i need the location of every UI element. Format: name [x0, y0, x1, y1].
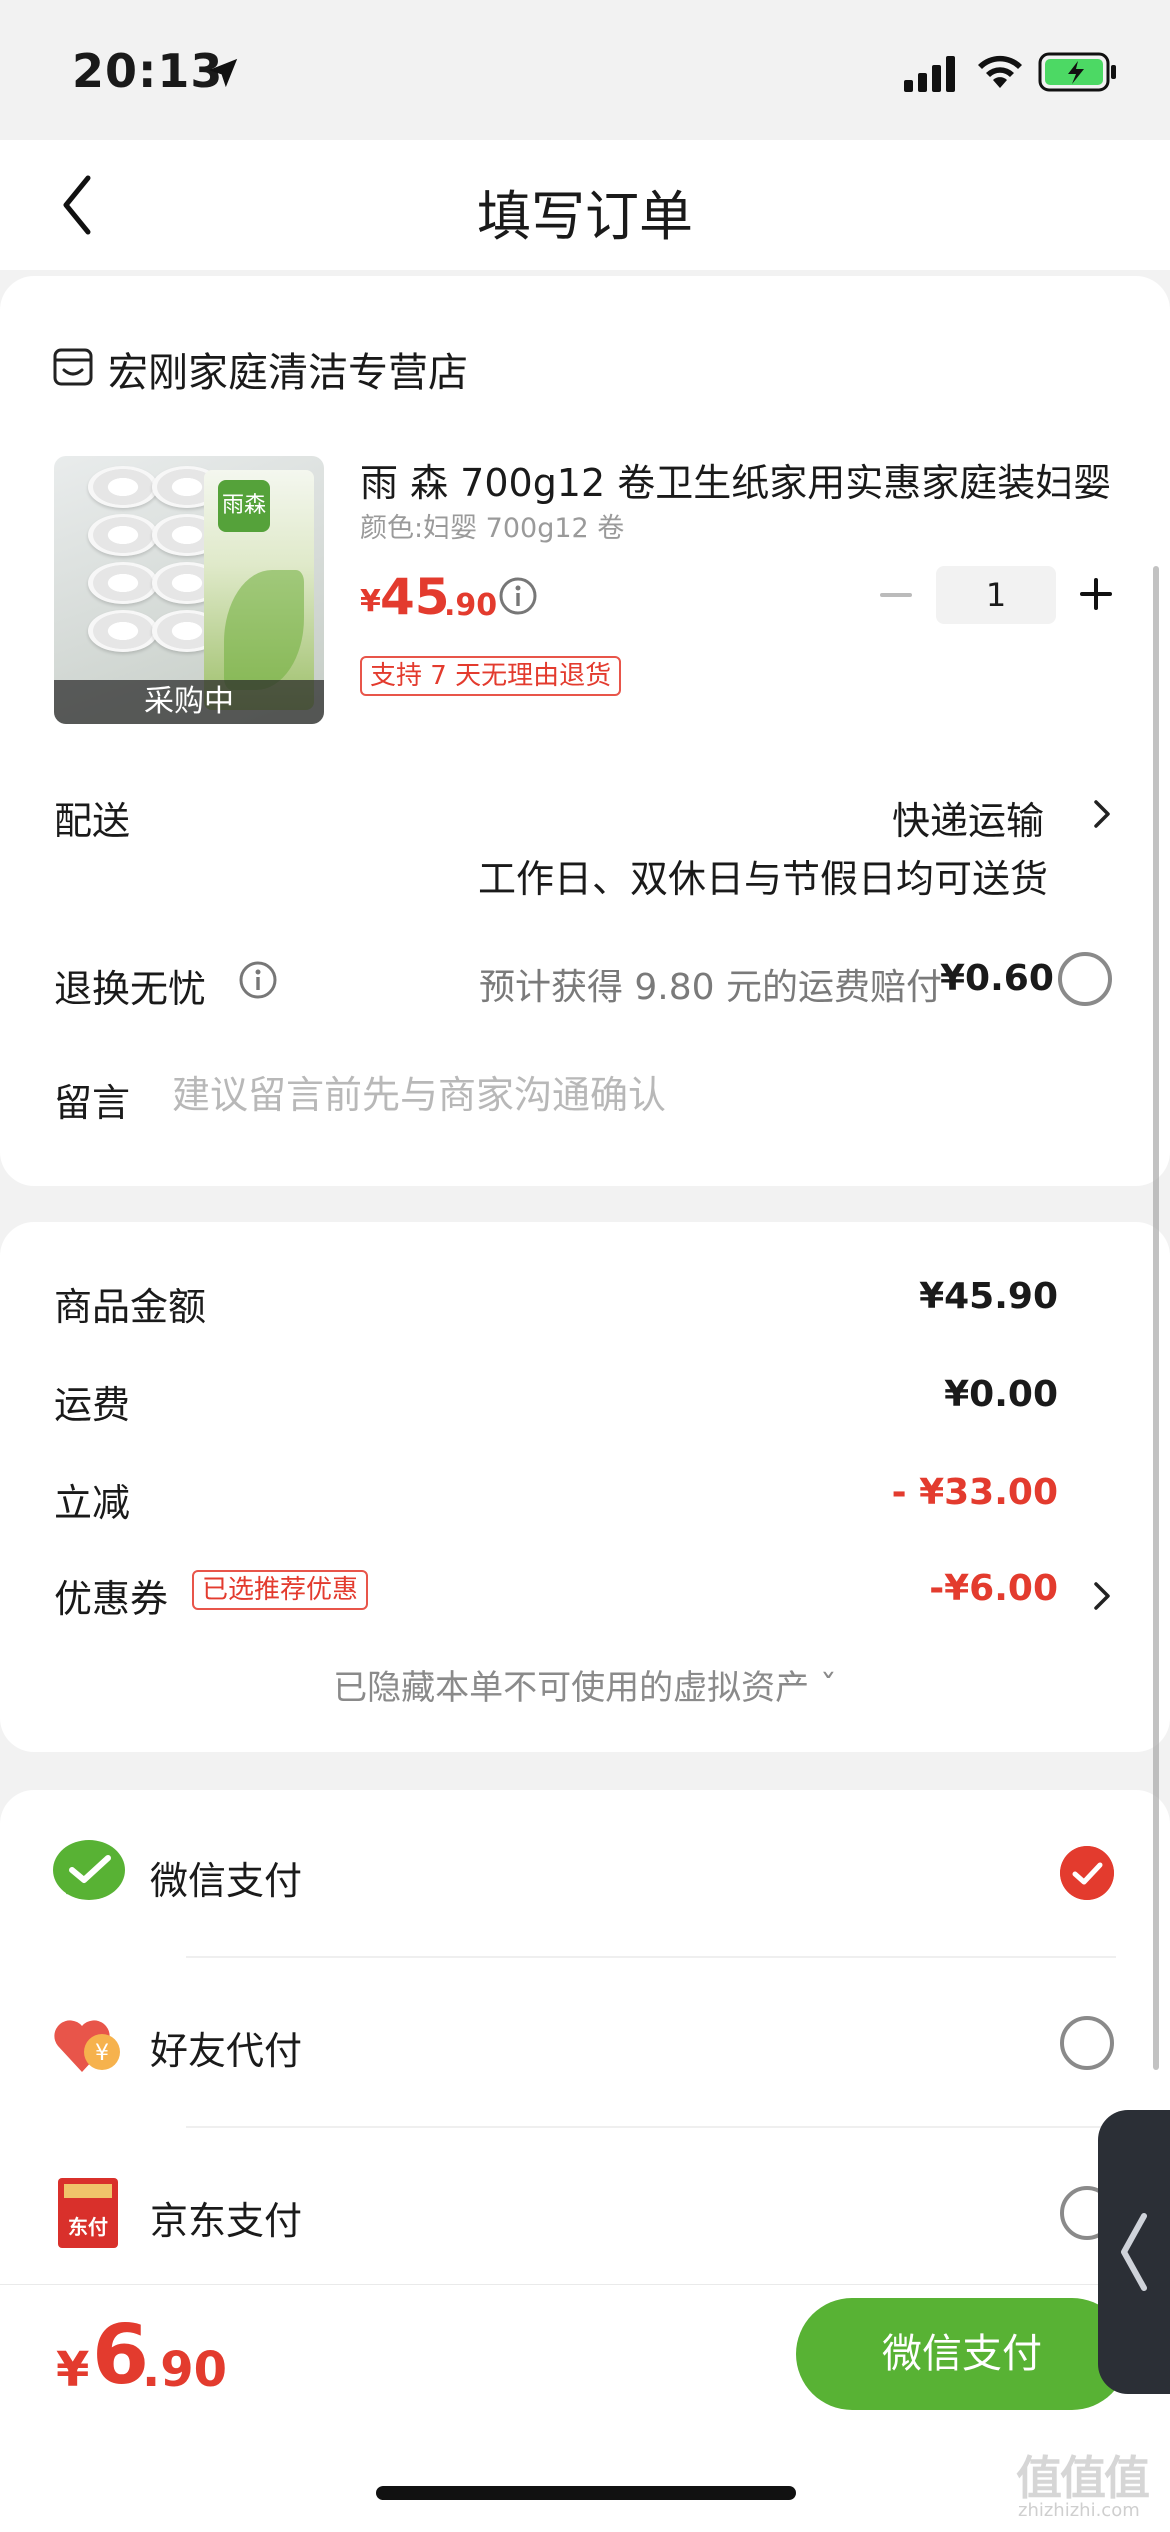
battery-charging-icon: [1038, 52, 1116, 92]
shipping-fee-value: ¥0.00: [944, 1374, 1058, 1415]
message-input[interactable]: [172, 1070, 1052, 1120]
product-title[interactable]: 雨 森 700g12 卷卫生纸家用实惠家庭装妇婴: [360, 452, 1120, 507]
goods-amount-label: 商品金额: [54, 1285, 207, 1329]
side-drawer-tab[interactable]: [1098, 2110, 1170, 2394]
coupon-chevron-right-icon[interactable]: [1090, 1578, 1114, 1614]
page-title: 填写订单: [477, 185, 693, 248]
watermark-url: zhizhizhi.com: [1018, 2500, 1140, 2521]
friend-pay-heart-icon: ¥: [54, 2020, 120, 2072]
friend-pay-symbol: ¥: [95, 2041, 109, 2066]
total-decimal: .90: [142, 2342, 228, 2398]
delivery-note: 工作日、双休日与节假日均可送货: [477, 857, 1048, 901]
shipping-fee-label: 运费: [54, 1383, 131, 1427]
quantity-value[interactable]: 1: [936, 566, 1056, 624]
product-image[interactable]: 雨森 采购中: [54, 456, 324, 724]
shop-icon: [53, 348, 93, 386]
quantity-decrease-button[interactable]: [876, 586, 916, 604]
payment-divider: [186, 1956, 1116, 1958]
price-integer: 45: [380, 568, 450, 626]
jd-pay-icon: 东付: [58, 2178, 118, 2248]
location-arrow-icon: [208, 58, 238, 88]
watermark-logo: 值值值: [1016, 2451, 1150, 2505]
wechat-pay-checked-icon[interactable]: [1060, 1846, 1114, 1900]
coupon-value[interactable]: -¥6.00: [929, 1568, 1058, 1609]
product-package: 雨森: [204, 470, 314, 710]
shop-name[interactable]: 宏刚家庭清洁专营店: [108, 340, 468, 398]
product-spec: 颜色:妇婴 700g12 卷: [360, 513, 625, 544]
payment-divider: [186, 2126, 1116, 2128]
instant-discount-label: 立减: [54, 1481, 131, 1525]
instant-discount-value: - ¥33.00: [891, 1472, 1058, 1513]
price-decimal: .90: [444, 588, 498, 623]
wechat-pay-label[interactable]: 微信支付: [150, 1850, 302, 1905]
friend-pay-label[interactable]: 好友代付: [150, 2020, 302, 2075]
return-service-price: ¥0.60: [940, 958, 1054, 999]
order-item-card: [0, 276, 1170, 1186]
return-service-label: 退换无忧: [54, 967, 207, 1011]
delivery-method[interactable]: 快递运输: [892, 790, 1044, 845]
return-policy-tag: 支持 7 天无理由退货: [360, 656, 622, 696]
total-symbol: ¥: [56, 2342, 90, 2398]
goods-amount-value: ¥45.90: [919, 1276, 1058, 1317]
home-indicator: [376, 2486, 796, 2500]
cellular-signal-icon: [904, 56, 955, 92]
wifi-icon: [978, 55, 1022, 88]
status-time: 20:13: [72, 44, 224, 98]
price-info-icon[interactable]: [498, 576, 538, 616]
chevron-left-icon: [1121, 2213, 1147, 2291]
shipping-compensation-text: 预计获得 9.80 元的运费赔付: [478, 967, 942, 1008]
delivery-chevron-right-icon[interactable]: [1090, 796, 1114, 832]
delivery-label: 配送: [54, 799, 131, 843]
friend-pay-radio[interactable]: [1060, 2016, 1114, 2070]
leaf-graphic: [224, 570, 304, 690]
purchasing-banner: 采购中: [54, 680, 324, 724]
hidden-assets-toggle[interactable]: 已隐藏本单不可使用的虚拟资产 ˇ: [0, 1660, 1170, 1709]
coupon-recommended-tag: 已选推荐优惠: [192, 1570, 369, 1610]
jd-pay-icon-text: 东付: [68, 2215, 108, 2239]
wechat-pay-icon: [53, 1840, 125, 1900]
total-integer: 6: [92, 2308, 150, 2403]
price-symbol: ¥: [360, 584, 381, 619]
return-service-radio[interactable]: [1058, 952, 1112, 1006]
scrollbar[interactable]: [1153, 566, 1159, 2070]
return-service-info-icon[interactable]: [238, 960, 278, 1000]
brand-logo: 雨森: [218, 480, 270, 532]
coupon-label: 优惠券: [54, 1577, 169, 1621]
quantity-increase-button[interactable]: [1076, 574, 1116, 614]
message-label: 留言: [54, 1081, 131, 1125]
jd-pay-label[interactable]: 京东支付: [150, 2190, 302, 2245]
submit-payment-button[interactable]: 微信支付: [796, 2298, 1128, 2410]
